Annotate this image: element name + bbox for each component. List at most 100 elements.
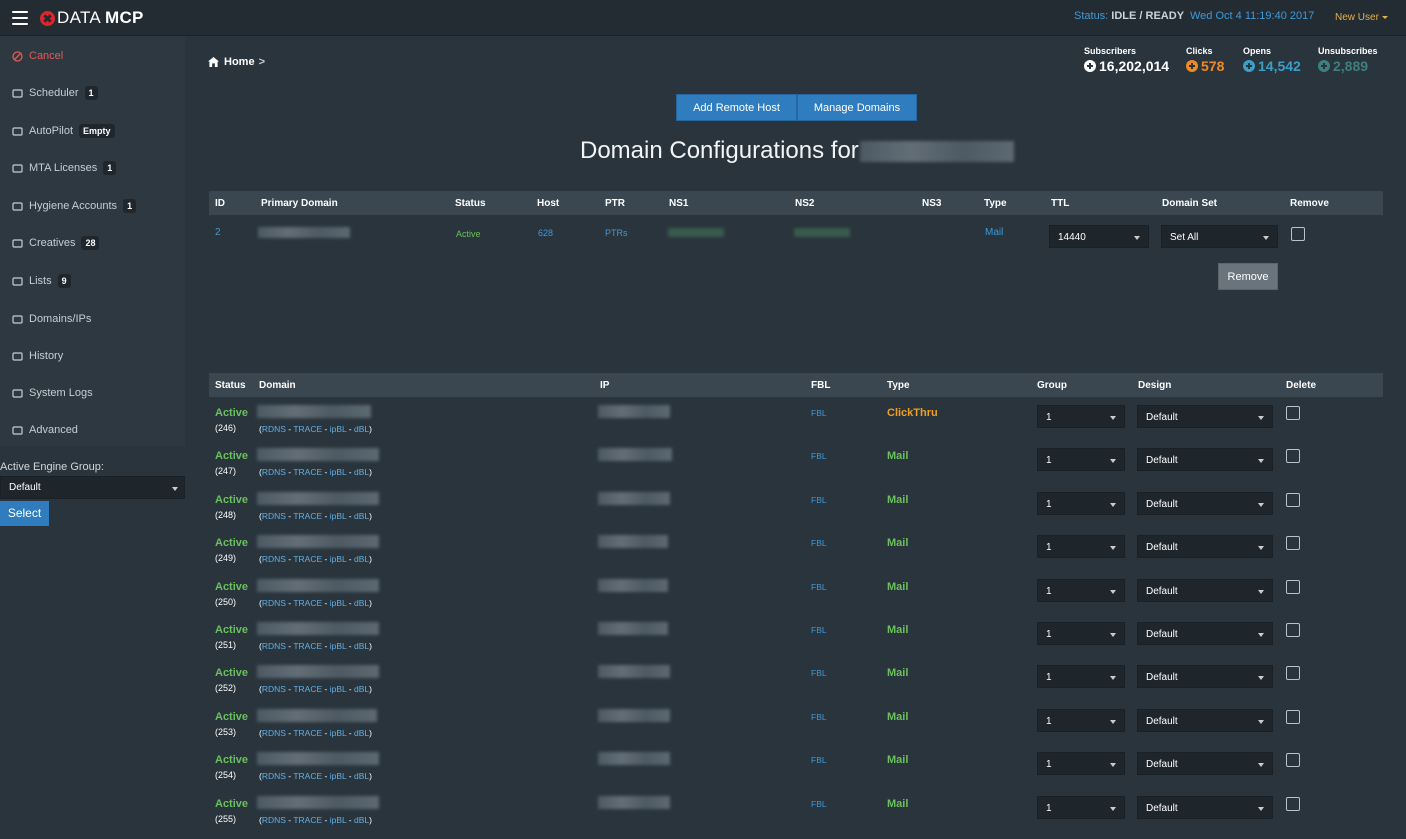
ipbl-link[interactable]: ipBL: [330, 511, 347, 521]
design-select[interactable]: Default: [1137, 795, 1273, 819]
dbl-link[interactable]: dBL: [354, 641, 369, 651]
dbl-link[interactable]: dBL: [354, 771, 369, 781]
group-select[interactable]: 1: [1037, 491, 1125, 515]
rdns-link[interactable]: RDNS: [262, 728, 286, 738]
ipbl-link[interactable]: ipBL: [330, 554, 347, 564]
fbl-link[interactable]: FBL: [811, 495, 827, 505]
fbl-link[interactable]: FBL: [811, 668, 827, 678]
sidebar-item-scheduler[interactable]: Scheduler 1: [12, 83, 98, 103]
sidebar-item-creatives[interactable]: Creatives 28: [12, 233, 100, 253]
trace-link[interactable]: TRACE: [293, 815, 322, 825]
group-select[interactable]: 1: [1037, 752, 1125, 776]
host-link[interactable]: 628: [538, 228, 553, 238]
sidebar-item-domains-ips[interactable]: Domains/IPs: [12, 309, 91, 329]
fbl-link[interactable]: FBL: [811, 625, 827, 635]
dbl-link[interactable]: dBL: [354, 424, 369, 434]
trace-link[interactable]: TRACE: [293, 684, 322, 694]
rdns-link[interactable]: RDNS: [262, 684, 286, 694]
delete-checkbox[interactable]: [1286, 753, 1300, 768]
rdns-link[interactable]: RDNS: [262, 424, 286, 434]
redacted-domain[interactable]: [257, 752, 379, 766]
dbl-link[interactable]: dBL: [354, 815, 369, 825]
trace-link[interactable]: TRACE: [293, 641, 322, 651]
ipbl-link[interactable]: ipBL: [330, 598, 347, 608]
add-remote-host-button[interactable]: Add Remote Host: [676, 94, 797, 121]
sidebar-item-autopilot[interactable]: AutoPilot Empty: [12, 121, 115, 141]
redacted-domain[interactable]: [257, 578, 379, 592]
dbl-link[interactable]: dBL: [354, 598, 369, 608]
ptr-link[interactable]: PTRs: [605, 228, 628, 238]
delete-checkbox[interactable]: [1286, 666, 1300, 681]
group-select[interactable]: 1: [1037, 665, 1125, 689]
trace-link[interactable]: TRACE: [293, 598, 322, 608]
delete-checkbox[interactable]: [1286, 709, 1300, 724]
design-select[interactable]: Default: [1137, 622, 1273, 645]
fbl-link[interactable]: FBL: [811, 538, 827, 548]
delete-checkbox[interactable]: [1286, 449, 1300, 464]
redacted-domain[interactable]: [257, 535, 379, 549]
delete-checkbox[interactable]: [1286, 579, 1300, 594]
rdns-link[interactable]: RDNS: [262, 815, 286, 825]
design-select[interactable]: Default: [1137, 578, 1273, 602]
trace-link[interactable]: TRACE: [293, 511, 322, 521]
fbl-link[interactable]: FBL: [811, 451, 827, 461]
manage-domains-button[interactable]: Manage Domains: [797, 94, 917, 121]
design-select[interactable]: Default: [1137, 665, 1273, 689]
fbl-link[interactable]: FBL: [811, 408, 827, 418]
redacted-domain[interactable]: [257, 405, 371, 418]
breadcrumb-home[interactable]: Home: [224, 56, 255, 68]
redacted-domain[interactable]: [257, 448, 379, 462]
sidebar-item-history[interactable]: History: [12, 346, 63, 366]
ipbl-link[interactable]: ipBL: [330, 728, 347, 738]
config-type-link[interactable]: Mail: [985, 227, 1003, 238]
sidebar-item-mta-licenses[interactable]: MTA Licenses 1: [12, 158, 117, 178]
redacted-domain[interactable]: [257, 665, 379, 679]
delete-checkbox[interactable]: [1286, 623, 1300, 637]
dbl-link[interactable]: dBL: [354, 511, 369, 521]
dbl-link[interactable]: dBL: [354, 467, 369, 477]
trace-link[interactable]: TRACE: [293, 554, 322, 564]
ttl-select[interactable]: 14440: [1049, 225, 1149, 248]
fbl-link[interactable]: FBL: [811, 712, 827, 722]
trace-link[interactable]: TRACE: [293, 424, 322, 434]
sidebar-item-system-logs[interactable]: System Logs: [12, 383, 93, 403]
redacted-domain[interactable]: [257, 795, 379, 809]
group-select[interactable]: 1: [1037, 405, 1125, 428]
rdns-link[interactable]: RDNS: [262, 771, 286, 781]
rdns-link[interactable]: RDNS: [262, 511, 286, 521]
redacted-primary-domain[interactable]: [258, 227, 350, 238]
trace-link[interactable]: TRACE: [293, 467, 322, 477]
ipbl-link[interactable]: ipBL: [330, 424, 347, 434]
design-select[interactable]: Default: [1137, 752, 1273, 776]
delete-checkbox[interactable]: [1286, 492, 1300, 507]
sidebar-item-cancel[interactable]: Cancel: [12, 46, 63, 66]
group-select[interactable]: 1: [1037, 622, 1125, 645]
trace-link[interactable]: TRACE: [293, 728, 322, 738]
engine-select-button[interactable]: Select: [0, 501, 49, 526]
redacted-domain[interactable]: [257, 708, 377, 722]
fbl-link[interactable]: FBL: [811, 582, 827, 592]
design-select[interactable]: Default: [1137, 491, 1273, 515]
remove-button[interactable]: Remove: [1218, 263, 1278, 290]
delete-checkbox[interactable]: [1286, 406, 1300, 420]
engine-group-select[interactable]: Default: [0, 476, 185, 499]
design-select[interactable]: Default: [1137, 708, 1273, 732]
redacted-domain[interactable]: [257, 622, 379, 635]
design-select[interactable]: Default: [1137, 448, 1273, 472]
user-menu[interactable]: New User: [1335, 12, 1388, 23]
config-id-link[interactable]: 2: [215, 227, 221, 238]
design-select[interactable]: Default: [1137, 405, 1273, 428]
redacted-domain[interactable]: [257, 491, 379, 505]
app-logo[interactable]: DATA MCP: [40, 8, 144, 28]
group-select[interactable]: 1: [1037, 535, 1125, 559]
fbl-link[interactable]: FBL: [811, 799, 827, 809]
ipbl-link[interactable]: ipBL: [330, 771, 347, 781]
group-select[interactable]: 1: [1037, 448, 1125, 472]
sidebar-item-advanced[interactable]: Advanced: [12, 420, 78, 440]
trace-link[interactable]: TRACE: [293, 771, 322, 781]
menu-icon[interactable]: [12, 11, 28, 25]
domain-set-select[interactable]: Set All: [1161, 225, 1278, 248]
rdns-link[interactable]: RDNS: [262, 641, 286, 651]
ipbl-link[interactable]: ipBL: [330, 684, 347, 694]
group-select[interactable]: 1: [1037, 708, 1125, 732]
